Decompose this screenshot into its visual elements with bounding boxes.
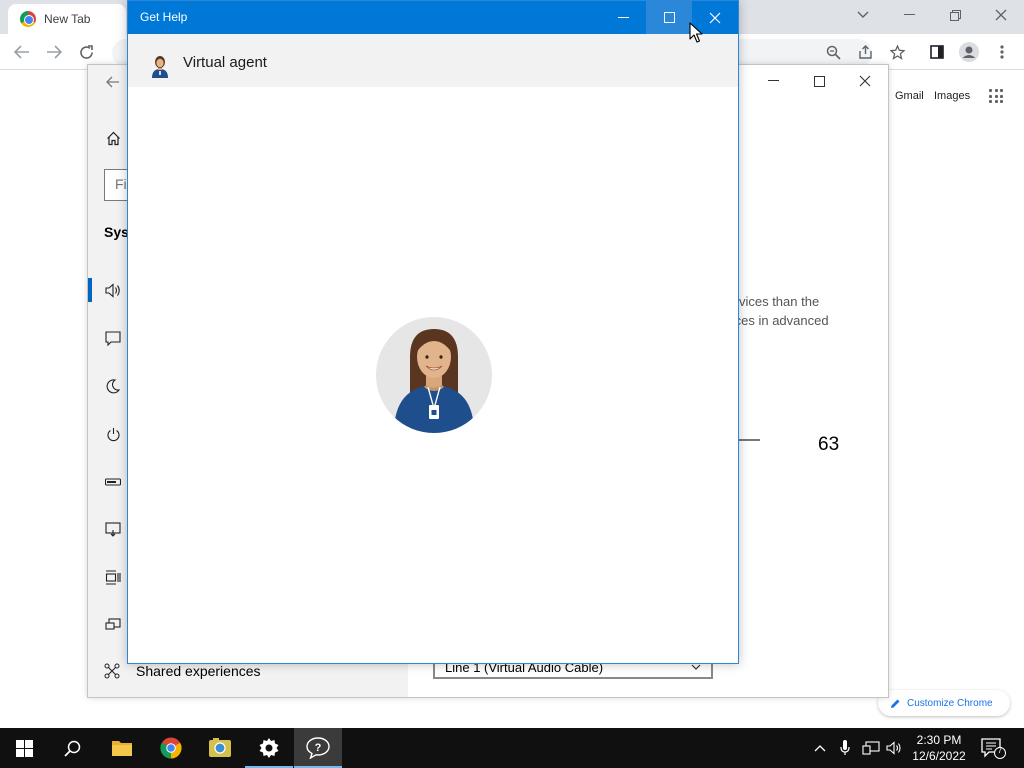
images-link[interactable]: Images	[934, 90, 970, 102]
back-arrow-icon[interactable]	[10, 40, 34, 64]
reload-icon[interactable]	[74, 40, 98, 64]
home-icon[interactable]	[104, 129, 122, 147]
google-apps-icon[interactable]	[989, 89, 1003, 103]
clock-date: 12/6/2022	[912, 749, 966, 763]
profile-avatar-icon[interactable]	[957, 40, 981, 64]
customize-chrome-label: Customize Chrome	[907, 697, 993, 709]
gmail-link[interactable]: Gmail	[895, 90, 924, 102]
search-icon	[63, 740, 80, 757]
settings-close-button[interactable]	[842, 65, 888, 97]
settings-back-arrow-icon[interactable]	[104, 73, 122, 91]
settings-minimize-button[interactable]	[750, 65, 796, 97]
get-help-icon: ?	[306, 737, 330, 759]
show-hidden-icons-chevron[interactable]	[814, 728, 826, 768]
virtual-agent-small-avatar-icon	[152, 56, 168, 78]
focus-assist-moon-icon[interactable]	[104, 377, 122, 395]
get-help-window: Get Help Virtual agent	[127, 0, 739, 664]
volume-value: 63	[818, 434, 840, 455]
pencil-icon	[891, 699, 900, 708]
tablet-icon[interactable]	[104, 520, 122, 538]
chrome-close-button[interactable]	[978, 0, 1024, 30]
nav-shared-experiences[interactable]: Shared experiences	[104, 663, 261, 679]
taskbar-settings[interactable]	[245, 728, 293, 768]
settings-maximize-button[interactable]	[796, 65, 842, 97]
taskbar-photo-app[interactable]	[196, 728, 244, 768]
chrome-tab-title: New Tab	[44, 12, 91, 26]
side-panel-icon[interactable]	[925, 40, 949, 64]
windows-taskbar: ? 2:30 PM 12/6/2022 7	[0, 728, 1024, 768]
svg-text:?: ?	[315, 742, 322, 754]
taskbar-clock[interactable]: 2:30 PM 12/6/2022	[912, 732, 966, 764]
action-center-button[interactable]: 7	[980, 736, 1006, 760]
storage-icon[interactable]	[104, 473, 122, 491]
customize-chrome-button[interactable]: Customize Chrome	[878, 690, 1010, 716]
chrome-restore-button[interactable]	[932, 0, 978, 30]
volume-slider[interactable]	[736, 439, 760, 441]
chrome-minimize-button[interactable]	[886, 0, 932, 30]
settings-window-controls	[750, 65, 888, 97]
windows-logo-icon	[15, 739, 33, 757]
photo-viewer-icon	[209, 738, 231, 757]
forward-arrow-icon[interactable]	[42, 40, 66, 64]
chevron-down-icon	[691, 664, 701, 670]
tab-search-chevron-icon[interactable]	[840, 0, 886, 30]
active-nav-indicator	[88, 278, 92, 302]
sound-icon[interactable]	[104, 281, 122, 299]
volume-icon[interactable]	[886, 728, 902, 768]
shared-experiences-icon	[104, 663, 120, 679]
bookmark-star-icon[interactable]	[885, 40, 909, 64]
chrome-favicon-icon	[20, 11, 36, 27]
taskbar-search-button[interactable]	[48, 728, 96, 768]
share-icon[interactable]	[853, 40, 877, 64]
taskbar-get-help[interactable]: ?	[294, 728, 342, 768]
get-help-maximize-button[interactable]	[646, 1, 692, 34]
get-help-minimize-button[interactable]	[600, 1, 646, 34]
virtual-agent-name: Virtual agent	[183, 54, 267, 71]
mouse-cursor-icon	[689, 22, 703, 43]
chrome-icon	[160, 737, 182, 759]
get-help-titlebar[interactable]: Get Help	[128, 1, 738, 34]
power-icon[interactable]	[104, 425, 122, 443]
network-icon[interactable]	[862, 728, 880, 768]
folder-icon	[112, 741, 132, 756]
multitasking-icon[interactable]	[104, 568, 122, 586]
clock-time: 2:30 PM	[916, 733, 962, 747]
get-help-title: Get Help	[140, 10, 188, 24]
notifications-icon[interactable]	[104, 329, 122, 347]
taskbar-chrome[interactable]	[147, 728, 195, 768]
notification-count: 7	[997, 746, 1003, 755]
microphone-icon[interactable]	[840, 728, 850, 768]
taskbar-file-explorer[interactable]	[98, 728, 146, 768]
virtual-agent-header: Virtual agent	[128, 34, 738, 87]
zoom-icon[interactable]	[821, 40, 845, 64]
projecting-icon[interactable]	[104, 616, 122, 634]
shared-experiences-label: Shared experiences	[136, 663, 261, 679]
chrome-menu-icon[interactable]	[990, 40, 1014, 64]
chrome-tab-new-tab[interactable]: New Tab	[8, 4, 126, 34]
start-button[interactable]	[0, 728, 48, 768]
gear-icon	[259, 738, 279, 758]
virtual-agent-avatar	[376, 317, 492, 433]
